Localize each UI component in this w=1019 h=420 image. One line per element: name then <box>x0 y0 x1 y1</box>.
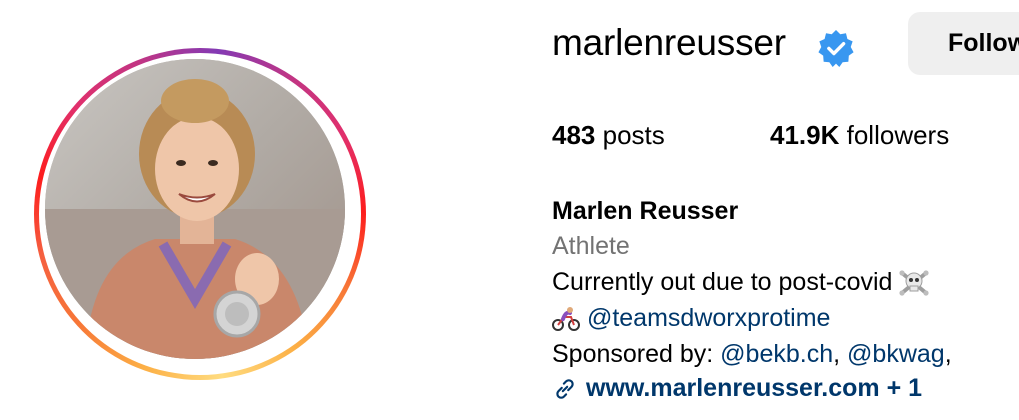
external-link-text[interactable]: www.marlenreusser.com + 1 <box>586 374 922 402</box>
follow-button[interactable]: Follow <box>908 12 1019 75</box>
avatar-photo <box>45 59 345 359</box>
profile-username: marlenreusser <box>552 22 786 63</box>
sponsors-separator: , <box>833 340 848 368</box>
verified-badge-icon <box>818 29 854 67</box>
bio-external-link[interactable]: www.marlenreusser.com + 1 <box>552 374 922 403</box>
link-icon <box>556 379 574 400</box>
posts-count-label: posts <box>602 120 665 150</box>
bio-line-team: @teamsdworxprotime <box>552 304 830 333</box>
bio-line-status: Currently out due to post-covid <box>552 268 930 297</box>
profile-avatar[interactable] <box>45 59 345 359</box>
sponsor-mention-bekb[interactable]: @bekb.ch <box>720 340 833 368</box>
bio-status-text: Currently out due to post-covid <box>552 268 893 296</box>
team-mention-link[interactable]: @teamsdworxprotime <box>587 304 831 332</box>
person-biking-icon <box>552 307 580 332</box>
skull-crossbones-icon <box>899 270 930 296</box>
posts-count: 483 posts <box>552 120 665 151</box>
followers-count-label: followers <box>846 120 950 150</box>
followers-count[interactable]: 41.9K followers <box>770 120 949 151</box>
profile-full-name: Marlen Reusser <box>552 197 739 225</box>
sponsors-prefix: Sponsored by: <box>552 340 721 368</box>
followers-count-value: 41.9K <box>770 120 840 150</box>
bio-line-sponsors: Sponsored by: @bekb.ch, @bkwag, <box>552 340 952 369</box>
story-ring[interactable] <box>34 48 366 380</box>
sponsor-mention-bkwag[interactable]: @bkwag <box>847 340 945 368</box>
sponsors-trailing: , <box>944 340 952 368</box>
profile-category: Athlete <box>552 232 630 260</box>
posts-count-value: 483 <box>552 120 596 150</box>
